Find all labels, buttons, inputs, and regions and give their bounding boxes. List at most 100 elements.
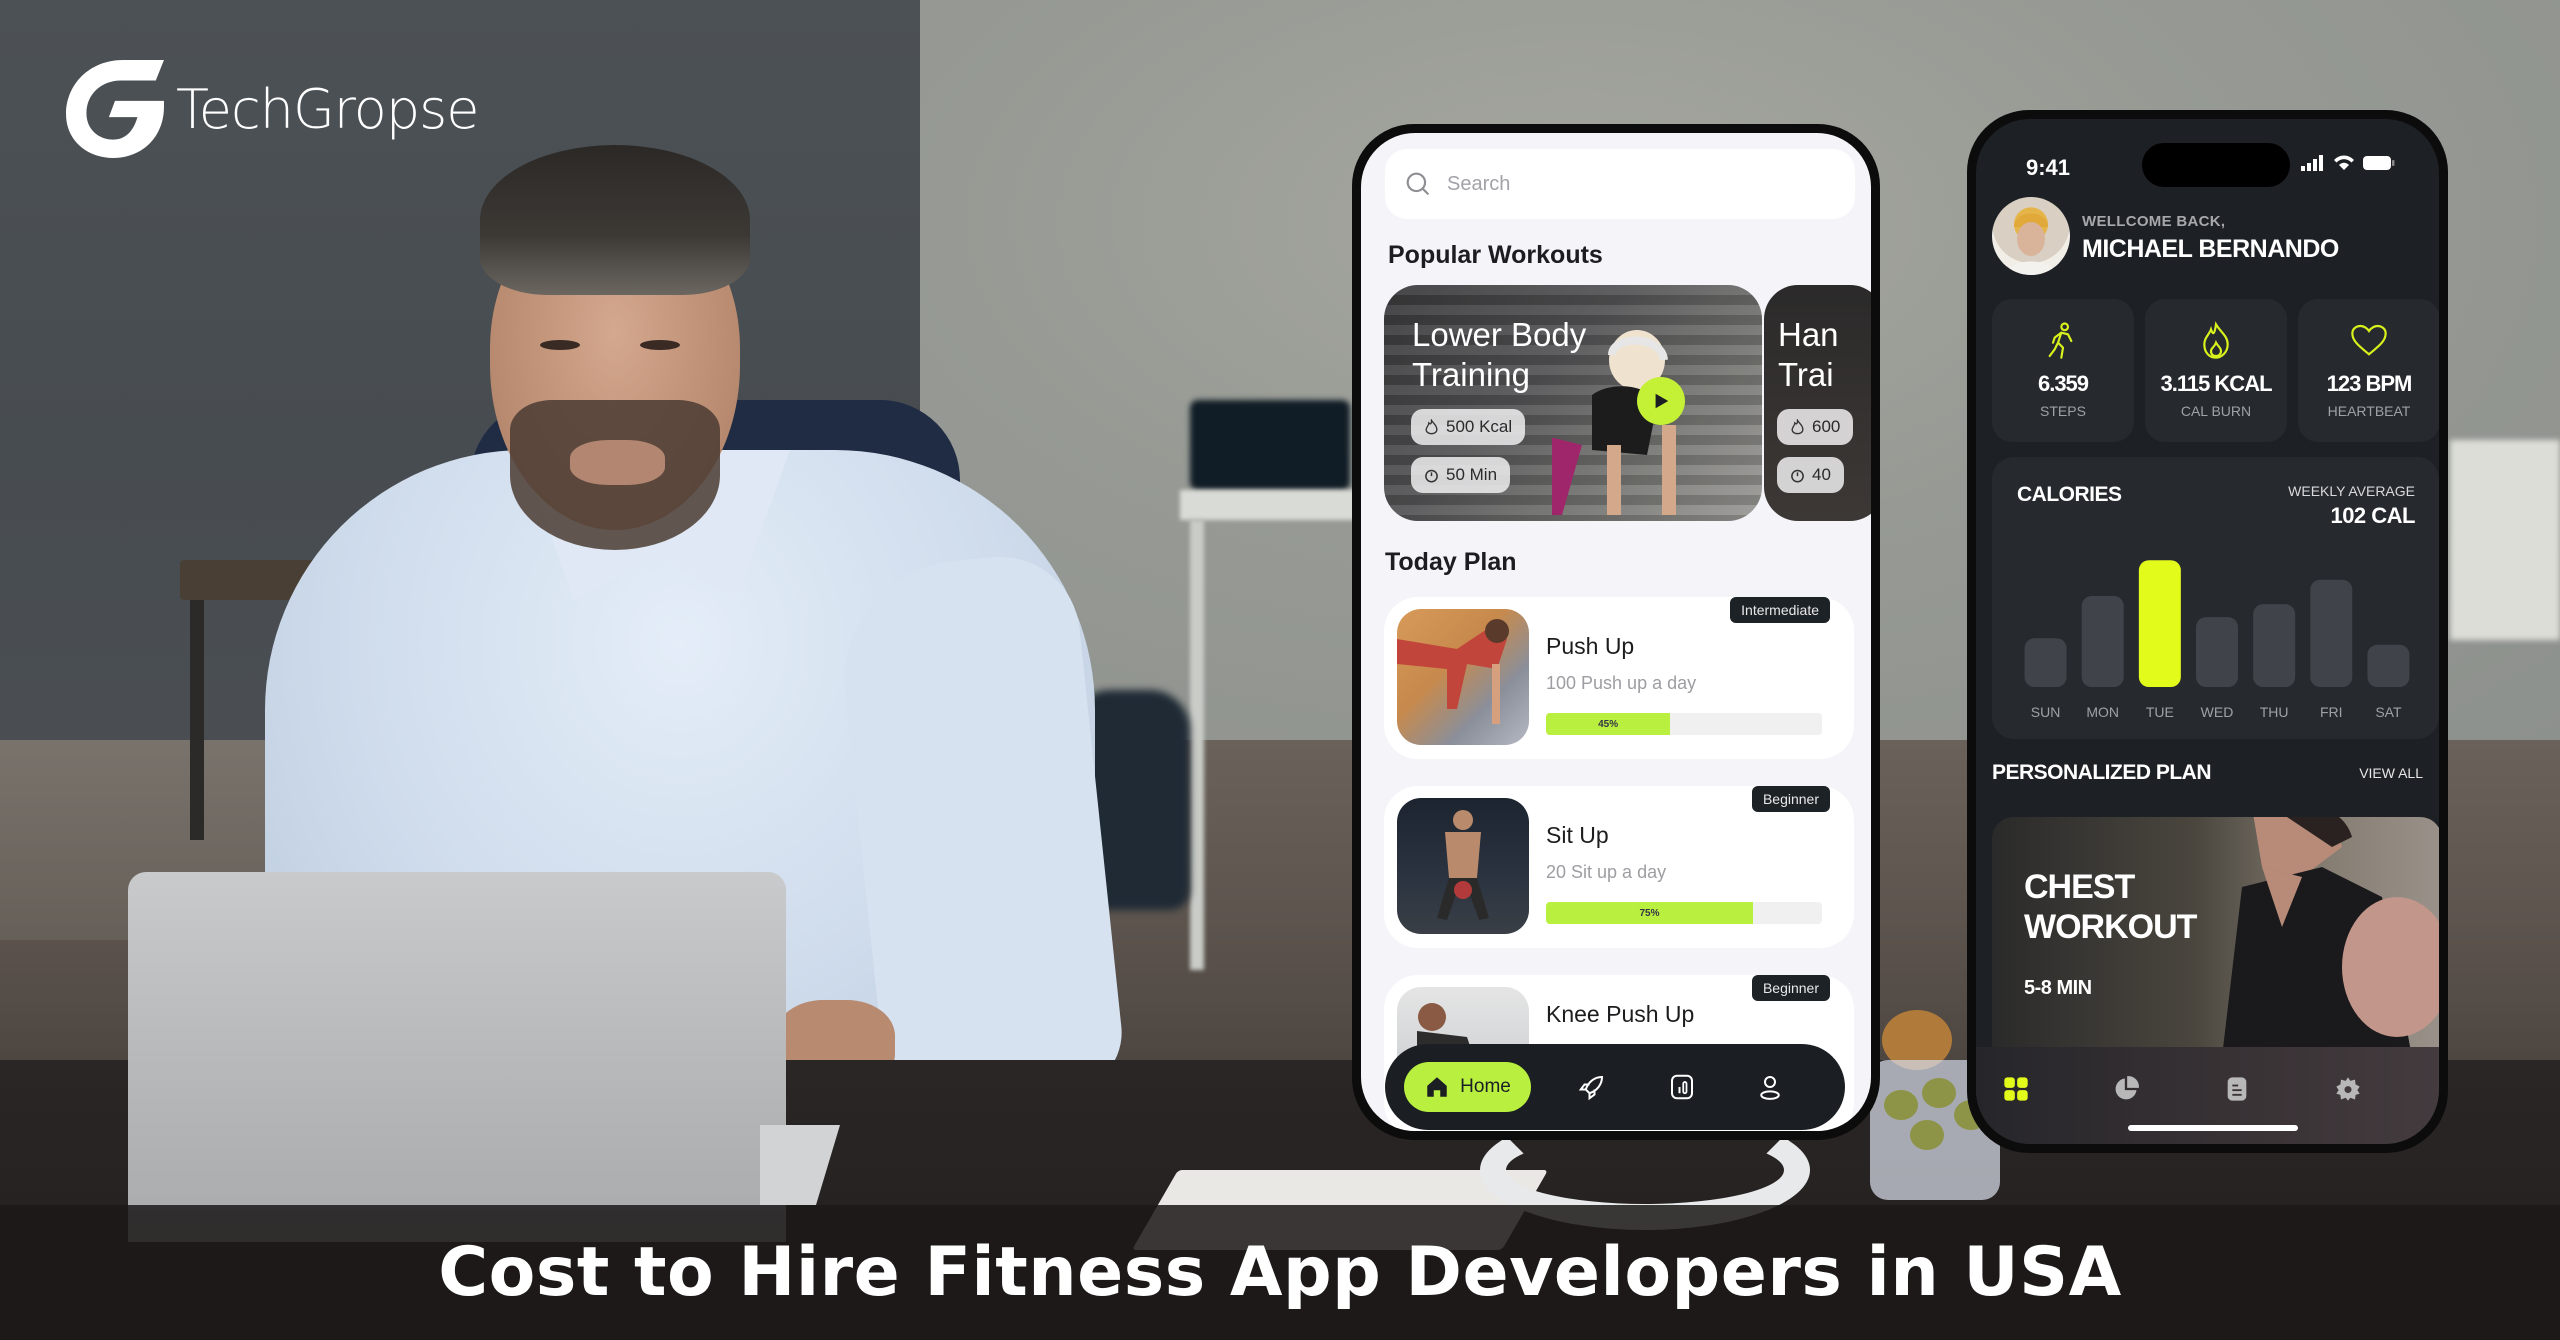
bar-sat	[2367, 644, 2410, 687]
user-avatar[interactable]	[1992, 197, 2070, 275]
grid-icon[interactable]	[2002, 1075, 2030, 1103]
fitness-app-phone-light: Search Popular Workouts Lower Body Train…	[1352, 124, 1880, 1140]
tick-label-sun: SUN	[2031, 704, 2061, 720]
bottom-navigation: Home	[1385, 1044, 1845, 1130]
progress-bar: 45%	[1546, 713, 1822, 735]
workout-name: CHEST WORKOUT	[2024, 868, 2197, 946]
workout-title: Lower Body Training	[1412, 316, 1587, 393]
dynamic-island	[2142, 143, 2290, 187]
bar-mon	[2081, 596, 2124, 687]
signal-icon	[2301, 155, 2323, 171]
calories-bar-chart: SUN MON TUE WED THU FRI SAT	[2024, 560, 2410, 720]
stat-card-steps[interactable]: 6.359 STEPS	[1992, 299, 2134, 442]
tick-label-thu: THU	[2260, 704, 2289, 720]
calories-card: CALORIES WEEKLY AVERAGE 102 CAL SUN MON TU…	[1992, 457, 2439, 739]
shelf	[2450, 440, 2560, 640]
timer-icon	[1791, 469, 1804, 482]
duration-chip: 50 Min	[1411, 457, 1511, 493]
techgropse-logo[interactable]: TechGropse	[64, 58, 479, 160]
workout-duration: 5-8 MIN	[2024, 977, 2092, 999]
plan-subtitle: 20 Sit up a day	[1546, 862, 1667, 882]
plan-name: Sit Up	[1546, 822, 1609, 848]
plan-name: Knee Push Up	[1546, 1001, 1695, 1027]
battery-icon	[2363, 156, 2395, 170]
search-input[interactable]: Search	[1385, 149, 1855, 219]
stat-label: HEARTBEAT	[2327, 403, 2411, 419]
flame-icon	[1425, 419, 1438, 435]
bar-sun	[2024, 638, 2067, 687]
walking-icon	[2048, 322, 2073, 359]
search-icon	[1406, 172, 1429, 195]
popular-workouts-heading: Popular Workouts	[1388, 241, 1603, 269]
stat-card-calories[interactable]: 3.115 KCAL CAL BURN	[2145, 299, 2287, 442]
timer-icon	[1425, 469, 1438, 482]
play-button[interactable]	[1637, 377, 1685, 425]
rocket-icon[interactable]	[1577, 1072, 1607, 1102]
plan-subtitle: 100 Push up a day	[1546, 673, 1697, 693]
stat-label: STEPS	[2040, 403, 2086, 419]
level-badge: Beginner	[1751, 975, 1830, 1001]
profile-icon[interactable]	[1755, 1072, 1785, 1102]
settings-icon[interactable]	[2334, 1075, 2362, 1103]
man-eye	[540, 340, 580, 350]
laptop	[128, 872, 786, 1242]
tick-label-tue: TUE	[2146, 704, 2174, 720]
today-plan-heading: Today Plan	[1385, 548, 1517, 576]
welcome-text: WELLCOME BACK,	[2082, 213, 2226, 230]
duration-chip: 40	[1777, 457, 1844, 493]
document-icon[interactable]	[2223, 1075, 2251, 1103]
push-up-photo	[1397, 609, 1529, 745]
man-hair	[480, 145, 750, 295]
man-mouth	[570, 440, 665, 485]
home-indicator	[2128, 1125, 2298, 1131]
stats-icon[interactable]	[1667, 1072, 1697, 1102]
headline: Cost to Hire Fitness App Developers in U…	[438, 1233, 2122, 1312]
man-eye	[640, 340, 680, 350]
muscle-man-photo	[2223, 817, 2439, 1047]
stat-card-heartbeat[interactable]: 123 BPM HEARTBEAT	[2298, 299, 2439, 442]
phone-screen: 9:41 WELLCOME BACK, MICHAEL BERNANDO 6.3…	[1976, 119, 2439, 1144]
stat-value: 123 BPM	[2326, 371, 2413, 396]
workout-card[interactable]: Han Trai 600 40	[1764, 285, 1871, 521]
nav-home-button[interactable]: Home	[1404, 1062, 1531, 1112]
stat-value: 3.115 KCAL	[2160, 371, 2272, 396]
fitness-app-phone-dark: 9:41 WELLCOME BACK, MICHAEL BERNANDO 6.3…	[1967, 110, 2448, 1153]
flame-icon	[1791, 419, 1804, 435]
status-time: 9:41	[2026, 155, 2071, 180]
progress-fill: 75%	[1546, 902, 1753, 924]
home-icon	[1427, 1077, 1447, 1097]
table-leg	[190, 600, 204, 840]
olive	[1922, 1078, 1956, 1108]
progress-fill: 45%	[1546, 713, 1671, 735]
bar-fri	[2310, 579, 2353, 687]
wifi-icon	[2334, 155, 2354, 170]
personalized-plan-heading: PERSONALIZED PLAN	[1992, 761, 2212, 784]
plan-name: Push Up	[1546, 633, 1635, 659]
play-icon	[1655, 393, 1669, 409]
weekly-average-value: 102 CAL	[2330, 503, 2415, 528]
flame-icon	[2203, 321, 2229, 359]
kcal-chip: 600	[1777, 409, 1854, 445]
plan-item[interactable]: Intermediate Push Up 100 Push up a day 4…	[1384, 597, 1854, 759]
headline-bar: Cost to Hire Fitness App Developers in U…	[0, 1205, 2560, 1340]
plan-item[interactable]: Beginner Sit Up 20 Sit up a day 75%	[1384, 786, 1854, 948]
phone-screen: Search Popular Workouts Lower Body Train…	[1361, 133, 1871, 1131]
bar-wed	[2196, 617, 2238, 687]
olive	[1884, 1090, 1918, 1120]
tick-label-sat: SAT	[2375, 704, 2402, 720]
g-leaf-logo-icon	[66, 60, 164, 158]
chest-workout-card[interactable]: CHEST WORKOUT 5-8 MIN	[1992, 817, 2439, 1047]
workout-card[interactable]: Lower Body Training 500 Kcal 50 Min	[1384, 285, 1762, 521]
workout-title: Han Trai	[1778, 316, 1839, 393]
bar-tue	[2138, 560, 2181, 687]
tick-label-fri: FRI	[2320, 704, 2343, 720]
brand-name: TechGropse	[176, 77, 479, 141]
stat-value: 6.359	[2037, 371, 2089, 396]
kcal-chip: 500 Kcal	[1411, 409, 1526, 445]
stat-label: CAL BURN	[2180, 403, 2252, 419]
view-all-link[interactable]: VIEW ALL	[2359, 765, 2423, 781]
pie-chart-icon[interactable]	[2112, 1075, 2140, 1103]
tick-label-mon: MON	[2086, 704, 2119, 720]
sit-up-photo	[1397, 798, 1529, 934]
level-badge: Intermediate	[1730, 597, 1830, 623]
